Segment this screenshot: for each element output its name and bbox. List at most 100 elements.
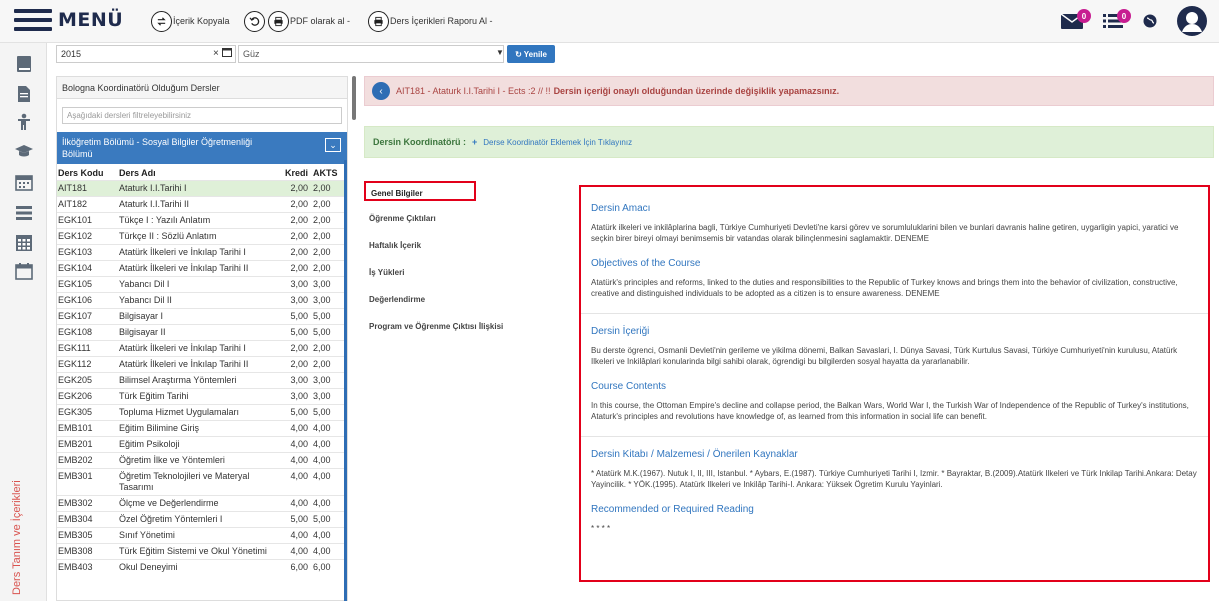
table-row[interactable]: EMB301 Öğretim Teknolojileri ve Materyal … [57, 468, 347, 496]
table-row[interactable]: EGK205 Bilimsel Araştırma Yöntemleri 3,00 3… [57, 372, 347, 389]
list-accent-strip [344, 160, 347, 601]
course-list-header: Bologna Koordinatörü Olduğum Dersler [57, 77, 347, 99]
objectives-title: Objectives of the Course [591, 258, 701, 269]
tab-program-outcome-relation[interactable]: Program ve Öğrenme Çıktısı İlişkisi [364, 316, 574, 336]
table-row[interactable]: EGK107 Bilgisayar I 5,00 5,00 [57, 308, 347, 325]
person-icon[interactable] [15, 113, 33, 131]
course-table: Ders Kodu Ders Adı Kredi AKTS AIT181 Atat… [57, 166, 347, 575]
department-selector[interactable]: İlköğretim Bölümü - Sosyal Bilgiler Öğre… [57, 132, 347, 164]
course-akts: 5,00 [312, 308, 347, 325]
term-select[interactable]: Güz [238, 45, 504, 63]
table-row[interactable]: EMB101 Eğitim Bilimine Giriş 4,00 4,00 [57, 420, 347, 437]
table-row[interactable]: AIT181 Ataturk I.I.Tarihi I 2,00 2,00 [57, 180, 347, 197]
course-akts: 4,00 [312, 543, 347, 560]
plus-icon[interactable]: + [472, 137, 477, 147]
copy-content-button[interactable]: İçerik Kopyala [151, 10, 230, 32]
table-row[interactable]: EGK103 Atatürk İlkeleri ve İnkılap Tarihi… [57, 244, 347, 261]
graduation-cap-icon[interactable] [15, 142, 33, 160]
course-kredi: 5,00 [284, 511, 313, 528]
refresh-button[interactable]: ↻ Yenile [507, 45, 555, 63]
table-row[interactable]: EGK104 Atatürk İlkeleri ve İnkılap Tarihi… [57, 260, 347, 277]
table-row[interactable]: EGK108 Bilgisayar II 5,00 5,00 [57, 324, 347, 341]
course-akts: 4,00 [312, 468, 347, 496]
table-row[interactable]: EGK111 Atatürk İlkeleri ve İnkılap Tarihi… [57, 340, 347, 357]
table-row[interactable]: EGK101 Tükçe I : Yazılı Anlatım 2,00 2,00 [57, 212, 347, 229]
course-akts: 5,00 [312, 404, 347, 421]
back-button[interactable]: ‹ [372, 82, 390, 100]
course-contents-text: In this course, the Ottoman Empire's dec… [591, 401, 1189, 421]
table-row[interactable]: EMB305 Sınıf Yönetimi 4,00 4,00 [57, 527, 347, 544]
course-kredi: 4,00 [284, 420, 313, 437]
course-filter-input[interactable]: Aşağıdaki dersleri filtreleyebilirsiniz [62, 107, 342, 124]
menu-button[interactable]: MENÜ [14, 9, 123, 31]
clear-icon[interactable]: × [213, 48, 219, 59]
course-akts: 5,00 [312, 324, 347, 341]
year-input[interactable]: 2015 [56, 45, 236, 63]
book-icon[interactable] [15, 55, 33, 73]
tab-workloads[interactable]: İş Yükleri [364, 262, 574, 282]
table-row[interactable]: EMB403 Okul Deneyimi 6,00 6,00 [57, 559, 347, 575]
table-row[interactable]: EMB308 Türk Eğitim Sistemi ve Okul Yöneti… [57, 543, 347, 560]
mail-button[interactable]: 0 [1060, 9, 1091, 31]
list-badge: 0 [1117, 9, 1131, 23]
course-kredi: 3,00 [284, 292, 313, 309]
tab-general-info[interactable]: Genel Bilgiler [364, 181, 476, 201]
language-button[interactable] [1143, 14, 1157, 30]
calendar-icon[interactable] [15, 173, 33, 191]
course-akts: 2,00 [312, 356, 347, 373]
table-row[interactable]: EMB201 Eğitim Psikoloji 4,00 4,00 [57, 436, 347, 453]
course-name: Sınıf Yönetimi [118, 527, 285, 544]
table-row[interactable]: EGK305 Topluma Hizmet Uygulamaları 5,00 5,0… [57, 404, 347, 421]
course-code: EMB308 [57, 543, 119, 560]
general-info-content: Dersin Amacı Atatürk ilkeleri ve inkilâp… [579, 185, 1210, 582]
chevron-down-icon[interactable]: ⌄ [325, 138, 341, 152]
course-kredi: 4,00 [284, 495, 313, 512]
table-row[interactable]: AIT182 Ataturk I.I.Tarihi II 2,00 2,00 [57, 196, 347, 213]
course-name: Yabancı Dil II [118, 292, 285, 309]
course-kredi: 3,00 [284, 388, 313, 405]
book-title: Dersin Kitabı / Malzemesi / Önerilen Kay… [591, 449, 798, 460]
course-code: AIT182 [57, 196, 119, 213]
course-kredi: 4,00 [284, 436, 313, 453]
course-akts: 6,00 [312, 559, 347, 575]
calendar-empty-icon[interactable] [15, 262, 33, 280]
undo-button[interactable] [244, 10, 265, 32]
table-row[interactable]: EGK206 Türk Eğitim Tarihi 3,00 3,00 [57, 388, 347, 405]
course-code: EGK104 [57, 260, 119, 277]
course-kredi: 4,00 [284, 527, 313, 544]
table-row[interactable]: EMB202 Öğretim İlke ve Yöntemleri 4,00 4,00 [57, 452, 347, 469]
pdf-export-button[interactable]: PDF olarak al - [268, 10, 350, 32]
print-icon [368, 10, 389, 32]
objectives-text: Atatürk's principles and reforms, linked… [591, 278, 1178, 298]
scrollbar-thumb[interactable] [352, 76, 356, 120]
course-name: Ölçme ve Değerlendirme [118, 495, 285, 512]
course-report-button[interactable]: Ders İçerikleri Raporu Al - [368, 10, 493, 32]
course-kredi: 2,00 [284, 196, 313, 213]
table-row[interactable]: EGK106 Yabancı Dil II 3,00 3,00 [57, 292, 347, 309]
document-icon[interactable] [15, 85, 33, 103]
list-icon[interactable] [15, 204, 33, 222]
print-icon [268, 10, 289, 32]
course-code: EMB101 [57, 420, 119, 437]
tab-assessment[interactable]: Değerlendirme [364, 289, 574, 309]
calendar-icon[interactable] [222, 47, 232, 57]
course-code: EGK107 [57, 308, 119, 325]
course-name: Ataturk I.I.Tarihi I [118, 180, 285, 197]
tab-learning-outcomes[interactable]: Öğrenme Çıktıları [364, 208, 574, 228]
table-row[interactable]: EMB304 Özel Öğretim Yöntemleri I 5,00 5,00 [57, 511, 347, 528]
course-akts: 2,00 [312, 244, 347, 261]
table-row[interactable]: EMB302 Ölçme ve Değerlendirme 4,00 4,00 [57, 495, 347, 512]
course-kredi: 4,00 [284, 468, 313, 496]
add-coordinator-link[interactable]: Derse Koordinatör Eklemek İçin Tıklayını… [483, 138, 632, 147]
table-row[interactable]: EGK102 Türkçe II : Sözlü Anlatım 2,00 2,00 [57, 228, 347, 245]
content-title: Dersin İçeriği [591, 326, 650, 337]
grid-calendar-icon[interactable] [15, 234, 33, 252]
table-row[interactable]: EGK112 Atatürk İlkeleri ve İnkılap Tarihi… [57, 356, 347, 373]
task-list-button[interactable]: 0 [1103, 9, 1131, 31]
table-row[interactable]: EGK105 Yabancı Dil I 3,00 3,00 [57, 276, 347, 293]
course-kredi: 4,00 [284, 452, 313, 469]
user-avatar-button[interactable] [1177, 6, 1207, 38]
col-header-kredi: Kredi [284, 168, 308, 178]
course-akts: 2,00 [312, 212, 347, 229]
tab-weekly-content[interactable]: Haftalık İçerik [364, 235, 574, 255]
